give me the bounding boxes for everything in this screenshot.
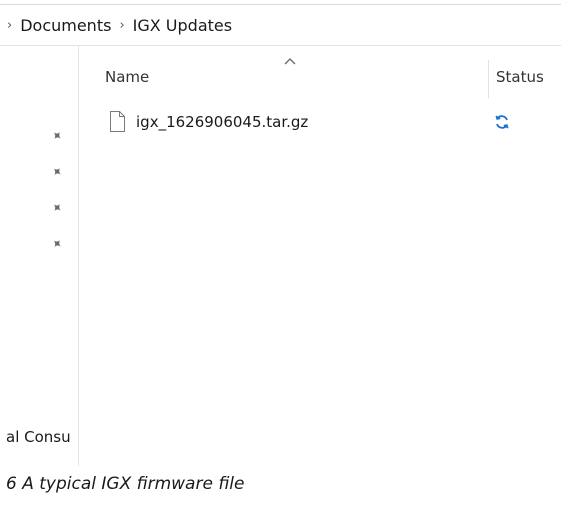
column-header-name[interactable]: Name: [105, 68, 149, 86]
breadcrumb-item-documents[interactable]: Documents: [20, 16, 111, 35]
pin-icon[interactable]: ✦: [47, 199, 65, 218]
chevron-right-icon[interactable]: ›: [119, 18, 124, 33]
file-row[interactable]: igx_1626906045.tar.gz: [80, 108, 561, 138]
column-header-row: Name Status: [80, 46, 561, 102]
breadcrumb: › Documents › IGX Updates: [0, 4, 561, 46]
nav-item-label[interactable]: al Consu: [6, 428, 79, 446]
sync-icon: [495, 115, 509, 129]
pin-icon[interactable]: ✦: [47, 163, 65, 182]
sort-ascending-icon: [284, 58, 296, 65]
file-list: igx_1626906045.tar.gz: [80, 102, 561, 462]
file-name[interactable]: igx_1626906045.tar.gz: [136, 113, 308, 131]
navigation-pane: ✦ ✦ ✦ ✦ al Consu: [0, 46, 79, 466]
pin-icon[interactable]: ✦: [47, 235, 65, 254]
breadcrumb-item-igx-updates[interactable]: IGX Updates: [133, 16, 232, 35]
figure-caption: 6 A typical IGX firmware file: [6, 474, 245, 494]
chevron-right-icon[interactable]: ›: [7, 18, 12, 33]
column-header-status[interactable]: Status: [496, 68, 544, 86]
column-divider[interactable]: [488, 60, 489, 98]
file-explorer-window: › Documents › IGX Updates ✦ ✦ ✦ ✦ al Con…: [0, 0, 569, 466]
pin-icon[interactable]: ✦: [47, 127, 65, 146]
file-icon: [110, 111, 125, 132]
